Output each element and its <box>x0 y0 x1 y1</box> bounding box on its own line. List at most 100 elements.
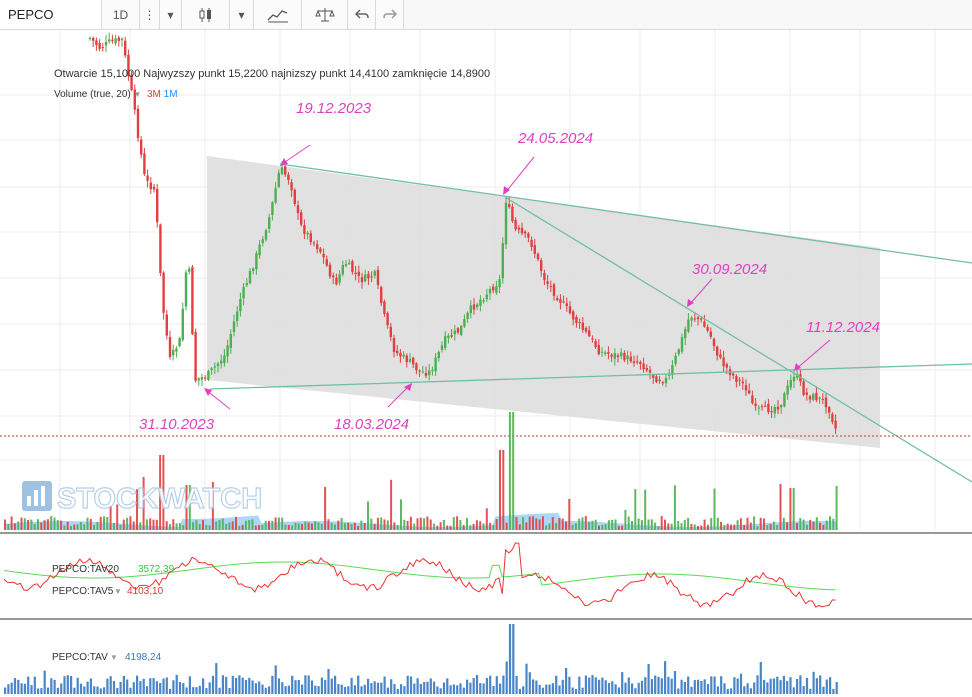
tav-bar <box>548 684 551 694</box>
volume-bar <box>673 485 676 530</box>
candle-body <box>322 253 325 258</box>
candle-body <box>316 244 319 250</box>
tav-bar <box>749 688 752 694</box>
volume-bar <box>23 518 26 530</box>
volume-bar <box>565 521 567 530</box>
tav-bar <box>588 677 591 694</box>
more-icon[interactable]: ⋮ <box>140 0 160 29</box>
tav-bar <box>598 679 601 694</box>
volume-bar <box>647 519 650 530</box>
volume-bar <box>541 516 544 530</box>
tav-bar <box>116 688 119 694</box>
volume-bar <box>716 517 719 530</box>
chevron-down-icon: ▼ <box>110 653 118 662</box>
candle-body <box>511 206 514 222</box>
tav-bar <box>617 687 620 694</box>
volume-bar <box>624 509 627 530</box>
volume-bar <box>687 518 690 530</box>
volume-bar <box>472 523 475 530</box>
volume-bar <box>363 522 366 530</box>
candle-body <box>300 212 303 225</box>
tav-bar <box>43 670 46 694</box>
tav-bar <box>126 679 129 694</box>
chevron-down-icon[interactable]: ▾ <box>160 0 182 29</box>
volume-bar <box>660 516 663 530</box>
tav-bar <box>802 685 805 694</box>
tav-bar <box>670 678 673 694</box>
tav-bar <box>400 684 403 694</box>
tav-bar <box>386 687 389 694</box>
volume-bar <box>403 519 406 530</box>
tav-bar <box>664 661 667 694</box>
chevron-down-icon[interactable]: ▼ <box>134 90 142 99</box>
volume-bar <box>53 517 56 530</box>
tav-bar <box>327 669 330 694</box>
volume-bar <box>634 489 637 530</box>
volume-bar <box>340 517 343 530</box>
volume-bar <box>614 519 617 530</box>
candle-body <box>271 202 274 215</box>
volume-bar <box>122 519 125 530</box>
compare-scales-icon[interactable] <box>302 0 348 29</box>
tav-bar <box>505 661 508 694</box>
volume-bar <box>578 518 581 530</box>
volume-bar <box>558 518 561 530</box>
tav-bar <box>66 675 69 694</box>
annotation-19-12-2023: 19.12.2023 <box>296 100 372 117</box>
tav-bar <box>710 676 713 694</box>
tav-bar <box>169 688 172 694</box>
tav-bar <box>518 688 521 694</box>
tav-bar <box>449 685 452 694</box>
candle-body <box>645 368 648 371</box>
candlestick-icon[interactable] <box>182 0 230 29</box>
tav-bar <box>294 680 297 694</box>
volume-bar <box>413 523 416 530</box>
redo-icon[interactable] <box>376 0 404 29</box>
tav-bar <box>307 675 310 694</box>
candle-body <box>168 337 172 358</box>
tav-bar <box>706 684 710 694</box>
tav-bar <box>426 681 429 694</box>
indicators-icon[interactable] <box>254 0 302 29</box>
tav-bar <box>584 675 587 694</box>
volume-bar <box>426 516 429 530</box>
volume-bar <box>353 522 356 530</box>
candle-body <box>514 219 517 230</box>
tav-bar <box>211 675 215 694</box>
undo-icon[interactable] <box>348 0 376 29</box>
price-chart[interactable]: 31.10.2023 19.12.2023 18.03.2024 24.05.2… <box>0 30 972 697</box>
volume-bar <box>581 517 584 530</box>
volume-bar <box>667 523 670 530</box>
candle-body <box>828 407 831 413</box>
symbol-input[interactable]: PEPCO <box>0 0 102 29</box>
candle-body <box>824 397 828 408</box>
tav-bar <box>17 679 20 694</box>
candle-body <box>559 298 562 303</box>
volume-bar <box>396 525 399 530</box>
candle-body <box>546 281 549 285</box>
range-3m-button[interactable]: 3M <box>147 89 161 100</box>
candle-body <box>725 364 728 368</box>
volume-bar <box>93 524 96 530</box>
volume-bar <box>739 518 742 530</box>
volume-bar <box>4 519 6 530</box>
volume-bar <box>360 520 363 530</box>
candle-body <box>757 407 760 409</box>
tav-bar <box>360 686 363 694</box>
tav-bar <box>423 681 426 694</box>
volume-bar <box>337 520 340 530</box>
range-1m-button[interactable]: 1M <box>164 89 178 100</box>
tav-bar <box>241 677 244 694</box>
candle-body <box>693 318 696 320</box>
interval-button[interactable]: 1D <box>102 0 140 29</box>
volume-bar <box>703 519 706 530</box>
chart-type-dropdown-icon[interactable]: ▾ <box>230 0 254 29</box>
tav-bar <box>46 687 50 694</box>
tav-bar <box>631 683 634 694</box>
candle-body <box>274 188 277 203</box>
candle-body <box>552 284 556 296</box>
candle-body <box>348 263 351 265</box>
candle-body <box>815 392 818 401</box>
candle-body <box>680 337 684 352</box>
candle-body <box>344 263 348 266</box>
